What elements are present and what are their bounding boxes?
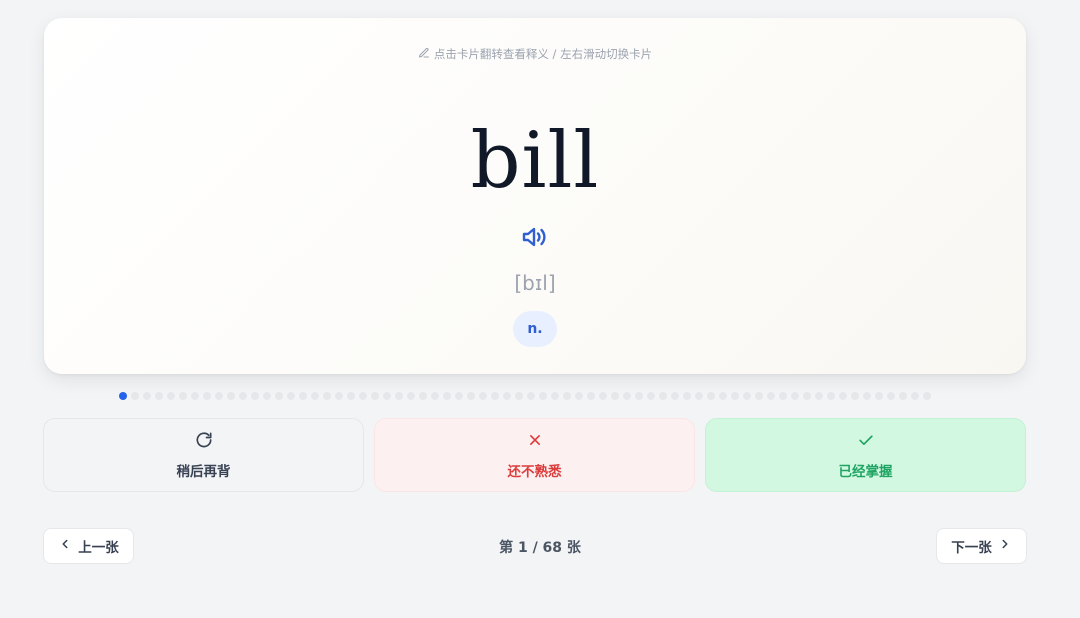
review-later-label: 稍后再背 [176,464,231,480]
progress-dot[interactable] [191,392,199,400]
refresh-icon [194,430,214,454]
action-buttons: 稍后再背 还不熟悉 已经掌握 [43,418,1026,492]
next-card-button[interactable]: 下一张 [936,528,1027,564]
progress-dot[interactable] [371,392,379,400]
progress-dot[interactable] [767,392,775,400]
progress-dot[interactable] [839,392,847,400]
progress-dot[interactable] [755,392,763,400]
progress-dot[interactable] [599,392,607,400]
mastered-button[interactable]: 已经掌握 [705,418,1026,492]
progress-dot[interactable] [155,392,163,400]
card-hint: 点击卡片翻转查看释义 / 左右滑动切换卡片 [44,46,1026,62]
progress-dot[interactable] [491,392,499,400]
progress-dot[interactable] [779,392,787,400]
progress-dot[interactable] [683,392,691,400]
part-of-speech-badge: n. [513,311,557,347]
chevron-right-icon [998,537,1012,555]
progress-dot[interactable] [263,392,271,400]
progress-dot[interactable] [587,392,595,400]
progress-dot[interactable] [239,392,247,400]
progress-dot[interactable] [791,392,799,400]
progress-dot[interactable] [551,392,559,400]
progress-dot[interactable] [563,392,571,400]
progress-dot[interactable] [539,392,547,400]
speaker-icon[interactable] [520,224,550,250]
progress-dot[interactable] [719,392,727,400]
progress-dot[interactable] [347,392,355,400]
progress-dot[interactable] [251,392,259,400]
card-phonetic: [bɪl] [514,271,556,295]
close-icon [525,430,545,454]
progress-dot[interactable] [407,392,415,400]
pencil-icon [418,47,430,62]
progress-dot[interactable] [383,392,391,400]
progress-dot[interactable] [923,392,931,400]
next-card-label: 下一张 [951,540,992,556]
progress-dot[interactable] [311,392,319,400]
progress-dot[interactable] [467,392,475,400]
progress-dot[interactable] [863,392,871,400]
progress-dot[interactable] [899,392,907,400]
progress-dots [119,392,931,400]
progress-dot[interactable] [179,392,187,400]
progress-dot[interactable] [455,392,463,400]
progress-dot[interactable] [659,392,667,400]
progress-dot[interactable] [707,392,715,400]
progress-dot[interactable] [479,392,487,400]
progress-dot[interactable] [623,392,631,400]
progress-dot[interactable] [887,392,895,400]
progress-dot[interactable] [419,392,427,400]
progress-dot[interactable] [143,392,151,400]
progress-dot[interactable] [827,392,835,400]
progress-dot[interactable] [299,392,307,400]
progress-dot[interactable] [227,392,235,400]
progress-dot[interactable] [875,392,883,400]
progress-dot[interactable] [323,392,331,400]
progress-dot[interactable] [359,392,367,400]
progress-dot[interactable] [911,392,919,400]
progress-dot[interactable] [503,392,511,400]
progress-dot[interactable] [335,392,343,400]
progress-dot[interactable] [515,392,523,400]
progress-dot[interactable] [119,392,127,400]
card-word: bill [470,116,600,206]
check-icon [856,430,876,454]
progress-dot[interactable] [635,392,643,400]
progress-dot[interactable] [275,392,283,400]
progress-dot[interactable] [443,392,451,400]
progress-dot[interactable] [731,392,739,400]
progress-dot[interactable] [395,392,403,400]
card-hint-text: 点击卡片翻转查看释义 / 左右滑动切换卡片 [433,47,653,61]
progress-dot[interactable] [743,392,751,400]
progress-dot[interactable] [287,392,295,400]
card-counter: 第 1 / 68 张 [499,540,581,556]
not-familiar-button[interactable]: 还不熟悉 [374,418,695,492]
mastered-label: 已经掌握 [838,464,893,480]
progress-dot[interactable] [167,392,175,400]
progress-dot[interactable] [203,392,211,400]
progress-dot[interactable] [611,392,619,400]
flashcard[interactable]: 点击卡片翻转查看释义 / 左右滑动切换卡片 bill [bɪl] n. [44,18,1026,374]
progress-dot[interactable] [215,392,223,400]
progress-dot[interactable] [695,392,703,400]
not-familiar-label: 还不熟悉 [507,464,562,480]
progress-dot[interactable] [431,392,439,400]
progress-dot[interactable] [647,392,655,400]
progress-dot[interactable] [575,392,583,400]
progress-dot[interactable] [671,392,679,400]
progress-dot[interactable] [803,392,811,400]
progress-dot[interactable] [131,392,139,400]
progress-dot[interactable] [815,392,823,400]
review-later-button[interactable]: 稍后再背 [43,418,364,492]
progress-dot[interactable] [851,392,859,400]
progress-dot[interactable] [527,392,535,400]
